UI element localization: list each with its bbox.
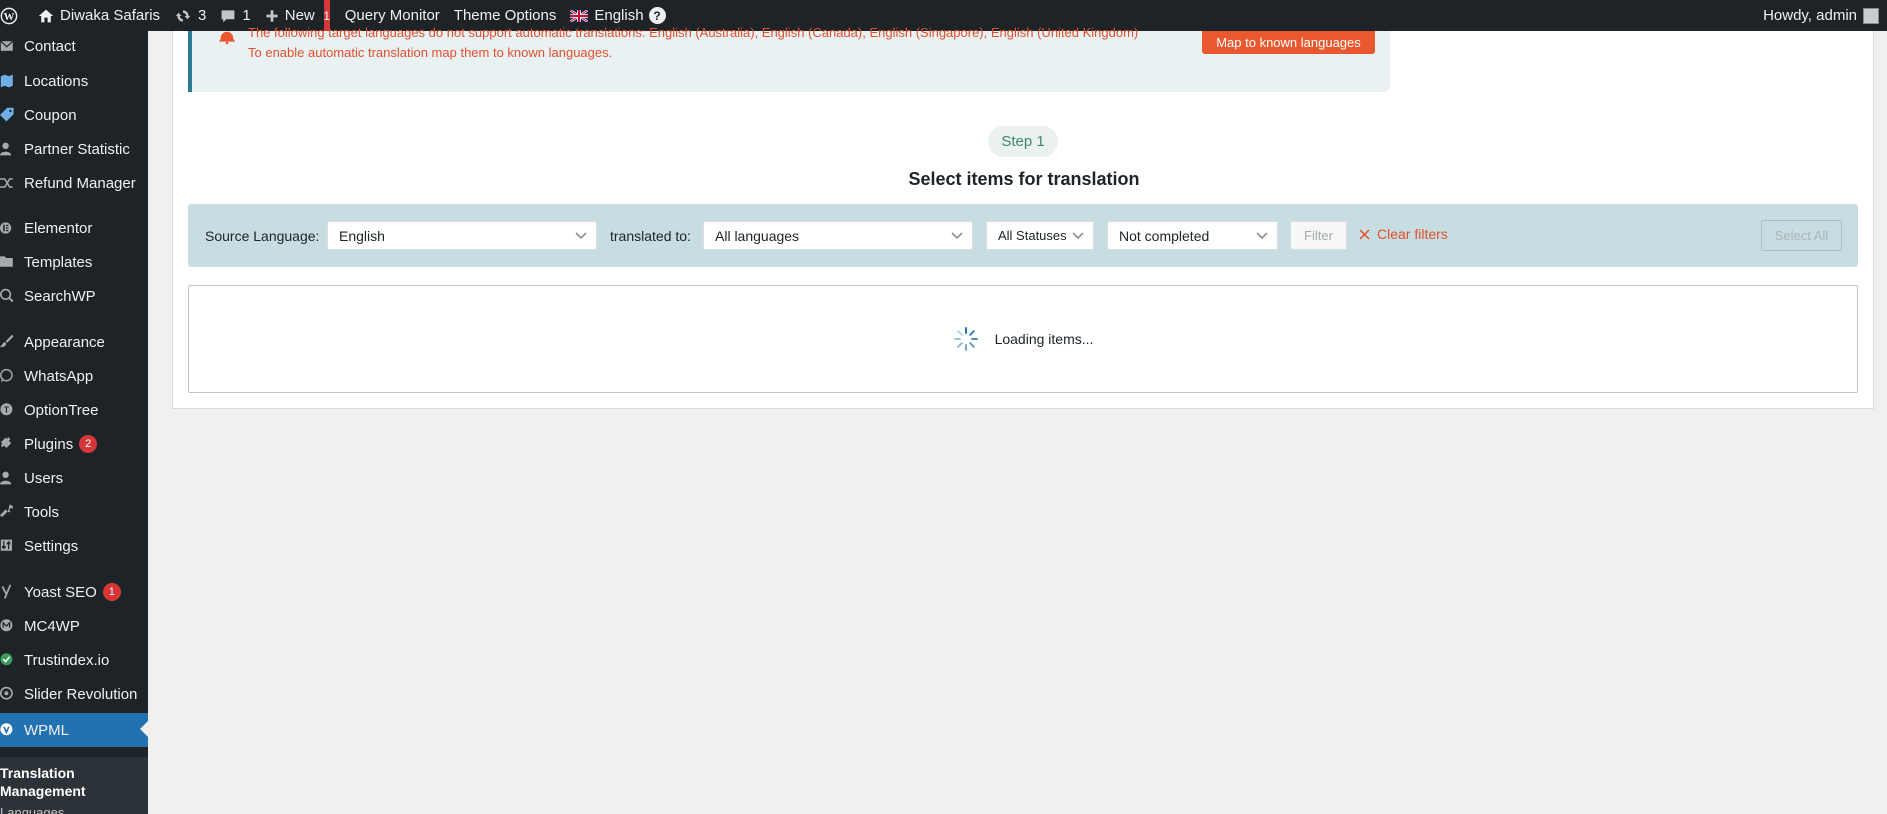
check-circle-icon — [0, 644, 24, 676]
sidebar-item-contact[interactable]: Contact — [0, 31, 148, 62]
yoast-notification-badge: 1 — [102, 583, 121, 601]
sidebar-item-appearance[interactable]: Appearance — [0, 326, 148, 358]
clear-filters-link[interactable]: Clear filters — [1359, 226, 1448, 242]
svg-text:W: W — [4, 11, 15, 23]
spinner-icon — [953, 327, 978, 351]
admin-sidebar: Contact Locations Coupon Partner Statist… — [0, 31, 148, 814]
user-icon — [0, 133, 24, 165]
sidebar-item-refund-manager[interactable]: Refund Manager — [0, 167, 148, 199]
plus-icon — [266, 9, 278, 22]
sidebar-item-users[interactable]: Users — [0, 462, 148, 494]
sidebar-item-whatsapp[interactable]: WhatsApp — [0, 360, 148, 392]
sidebar-item-elementor[interactable]: Elementor — [0, 212, 148, 244]
sidebar-item-optiontree[interactable]: T OptionTree — [0, 394, 148, 426]
help-icon[interactable]: ? — [648, 7, 666, 24]
paintbrush-icon — [0, 326, 24, 358]
select-all-button[interactable]: Select All — [1761, 220, 1842, 251]
sidebar-item-plugins[interactable]: Plugins 2 — [0, 428, 148, 460]
target-language-select[interactable]: All languages — [703, 221, 973, 250]
wordpress-logo-link[interactable]: W — [0, 0, 31, 31]
sidebar-item-tools[interactable]: Tools — [0, 496, 148, 528]
chevron-down-icon — [1256, 232, 1268, 240]
mail-icon — [0, 31, 24, 62]
source-language-label: Source Language: — [205, 228, 320, 244]
status-select[interactable]: All Statuses — [986, 221, 1094, 250]
wordpress-icon: W — [0, 7, 18, 24]
sidebar-item-templates[interactable]: Templates — [0, 246, 148, 278]
users-icon — [0, 462, 24, 494]
tag-icon — [0, 99, 24, 131]
searchwp-icon — [0, 280, 24, 312]
map-to-known-languages-button[interactable]: Map to known languages — [1202, 31, 1375, 54]
notice-text-line2: To enable automatic translation map them… — [248, 45, 613, 60]
translation-dashboard: The following target languages do not su… — [172, 25, 1874, 409]
site-name-link[interactable]: Diwaka Safaris — [31, 0, 167, 31]
optiontree-icon: T — [0, 394, 24, 426]
filter-bar: Source Language: English translated to: … — [188, 204, 1858, 267]
sidebar-item-coupon[interactable]: Coupon — [0, 99, 148, 131]
comment-icon — [221, 9, 235, 22]
shuffle-icon — [0, 167, 24, 199]
map-icon — [0, 65, 24, 97]
loading-text: Loading items... — [994, 331, 1094, 347]
uk-flag-icon — [570, 9, 589, 22]
comments-count: 1 — [242, 7, 251, 24]
step-indicator: Step 1 — [988, 126, 1058, 157]
translated-to-label: translated to: — [610, 228, 691, 244]
language-mapping-notice: The following target languages do not su… — [188, 25, 1390, 92]
updates-icon — [175, 9, 191, 22]
updates-link[interactable]: 3 — [167, 0, 213, 31]
plug-icon — [0, 428, 24, 460]
sidebar-item-wpml[interactable]: WPML — [0, 713, 148, 747]
slider-revolution-icon — [0, 678, 24, 710]
wpml-submenu: Translation Management Languages — [0, 757, 148, 814]
sidebar-item-locations[interactable]: Locations — [0, 65, 148, 97]
step-title: Select items for translation — [908, 169, 1140, 189]
sidebar-item-slider-revolution[interactable]: Slider Revolution — [0, 678, 148, 710]
wrench-icon — [0, 496, 24, 528]
site-name: Diwaka Safaris — [60, 7, 161, 24]
new-label: New — [284, 7, 315, 24]
sidebar-item-settings[interactable]: Settings — [0, 530, 148, 562]
yoast-icon — [0, 576, 24, 608]
filter-button[interactable]: Filter — [1290, 221, 1347, 250]
sidebar-item-mc4wp[interactable]: MC4WP — [0, 610, 148, 642]
submenu-item-translation-management[interactable]: Translation Management — [0, 764, 140, 800]
avatar — [1863, 7, 1879, 24]
svg-text:T: T — [4, 405, 9, 414]
close-icon — [1359, 228, 1370, 240]
sidebar-item-trustindex[interactable]: Trustindex.io — [0, 644, 148, 676]
completion-select[interactable]: Not completed — [1107, 221, 1278, 250]
notice-text-line1: The following target languages do not su… — [248, 25, 1139, 40]
whatsapp-icon — [0, 360, 24, 392]
updates-count: 3 — [198, 7, 207, 24]
items-list: Loading items... — [188, 285, 1858, 393]
language-label: English — [594, 7, 644, 24]
bell-icon — [218, 31, 236, 45]
settings-sliders-icon — [0, 530, 24, 562]
loading-indicator: Loading items... — [189, 286, 1857, 392]
chevron-down-icon — [951, 232, 963, 240]
plugins-update-badge: 2 — [79, 435, 98, 453]
home-icon — [38, 9, 54, 22]
sidebar-item-yoast-seo[interactable]: Yoast SEO 1 — [0, 576, 148, 608]
chevron-down-icon — [1072, 232, 1084, 240]
elementor-icon — [0, 212, 24, 244]
chevron-down-icon — [575, 232, 587, 240]
submenu-item-languages[interactable]: Languages — [0, 805, 64, 814]
account-menu[interactable]: Howdy, admin — [1756, 0, 1887, 31]
sidebar-item-searchwp[interactable]: SearchWP — [0, 280, 148, 312]
mc4wp-icon — [0, 610, 24, 642]
greeting: Howdy, admin — [1763, 7, 1857, 24]
source-language-select[interactable]: English — [327, 221, 597, 250]
folder-icon — [0, 246, 24, 278]
sidebar-item-partner-statistic[interactable]: Partner Statistic — [0, 133, 148, 165]
wpml-icon — [0, 714, 24, 746]
